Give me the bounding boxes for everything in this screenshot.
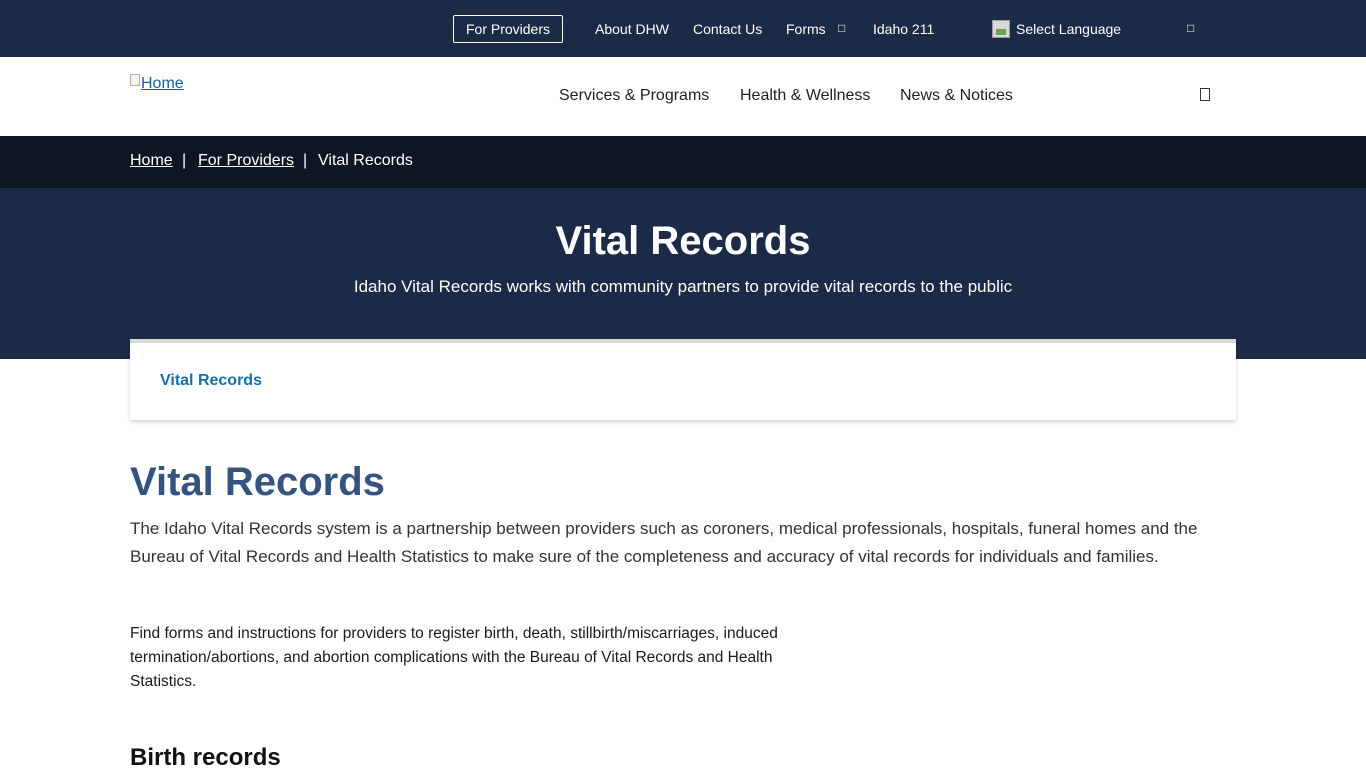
logo-image bbox=[130, 74, 140, 86]
forms-paragraph: Find forms and instructions for provider… bbox=[130, 625, 778, 690]
breadcrumb: Home | For Providers | Vital Records bbox=[0, 136, 1366, 188]
about-dhw-link[interactable]: About DHW bbox=[595, 20, 669, 38]
contact-us-link[interactable]: Contact Us bbox=[693, 20, 762, 38]
external-link-icon: □ bbox=[838, 21, 846, 35]
nav-health-wellness[interactable]: Health & Wellness bbox=[740, 87, 870, 105]
breadcrumb-separator: | bbox=[303, 152, 308, 169]
nav-services-programs[interactable]: Services & Programs bbox=[559, 87, 709, 105]
home-logo-link[interactable]: Home bbox=[141, 75, 184, 93]
breadcrumb-current: Vital Records bbox=[318, 152, 413, 169]
nav-news-notices[interactable]: News & Notices bbox=[900, 87, 1013, 105]
main-header: Home Services & Programs Health & Wellne… bbox=[0, 57, 1366, 136]
subnav-card: Vital Records bbox=[130, 339, 1236, 420]
hero-title: Vital Records bbox=[555, 219, 811, 263]
utility-bar: For Providers About DHW Contact Us Forms… bbox=[0, 0, 1366, 57]
page-hero: Vital Records Idaho Vital Records works … bbox=[0, 188, 1366, 359]
search-icon[interactable] bbox=[1200, 88, 1210, 101]
page-title: Vital Records bbox=[130, 460, 385, 504]
forms-link[interactable]: Forms bbox=[786, 20, 826, 38]
language-flag-icon bbox=[992, 20, 1010, 38]
vital-records-link[interactable]: Vital Records bbox=[160, 372, 262, 390]
select-language-dropdown[interactable]: Select Language bbox=[1016, 20, 1121, 38]
idaho-211-link[interactable]: Idaho 211 bbox=[873, 20, 934, 38]
breadcrumb-for-providers[interactable]: For Providers bbox=[198, 152, 294, 170]
user-icon[interactable]: □ bbox=[1187, 20, 1194, 36]
birth-records-heading: Birth records bbox=[130, 744, 281, 771]
breadcrumb-home[interactable]: Home bbox=[130, 152, 173, 170]
breadcrumb-separator: | bbox=[182, 152, 187, 169]
hero-subtitle: Idaho Vital Records works with community… bbox=[353, 277, 1013, 296]
intro-paragraph: The Idaho Vital Records system is a part… bbox=[130, 519, 1198, 566]
for-providers-button[interactable]: For Providers bbox=[453, 15, 563, 43]
